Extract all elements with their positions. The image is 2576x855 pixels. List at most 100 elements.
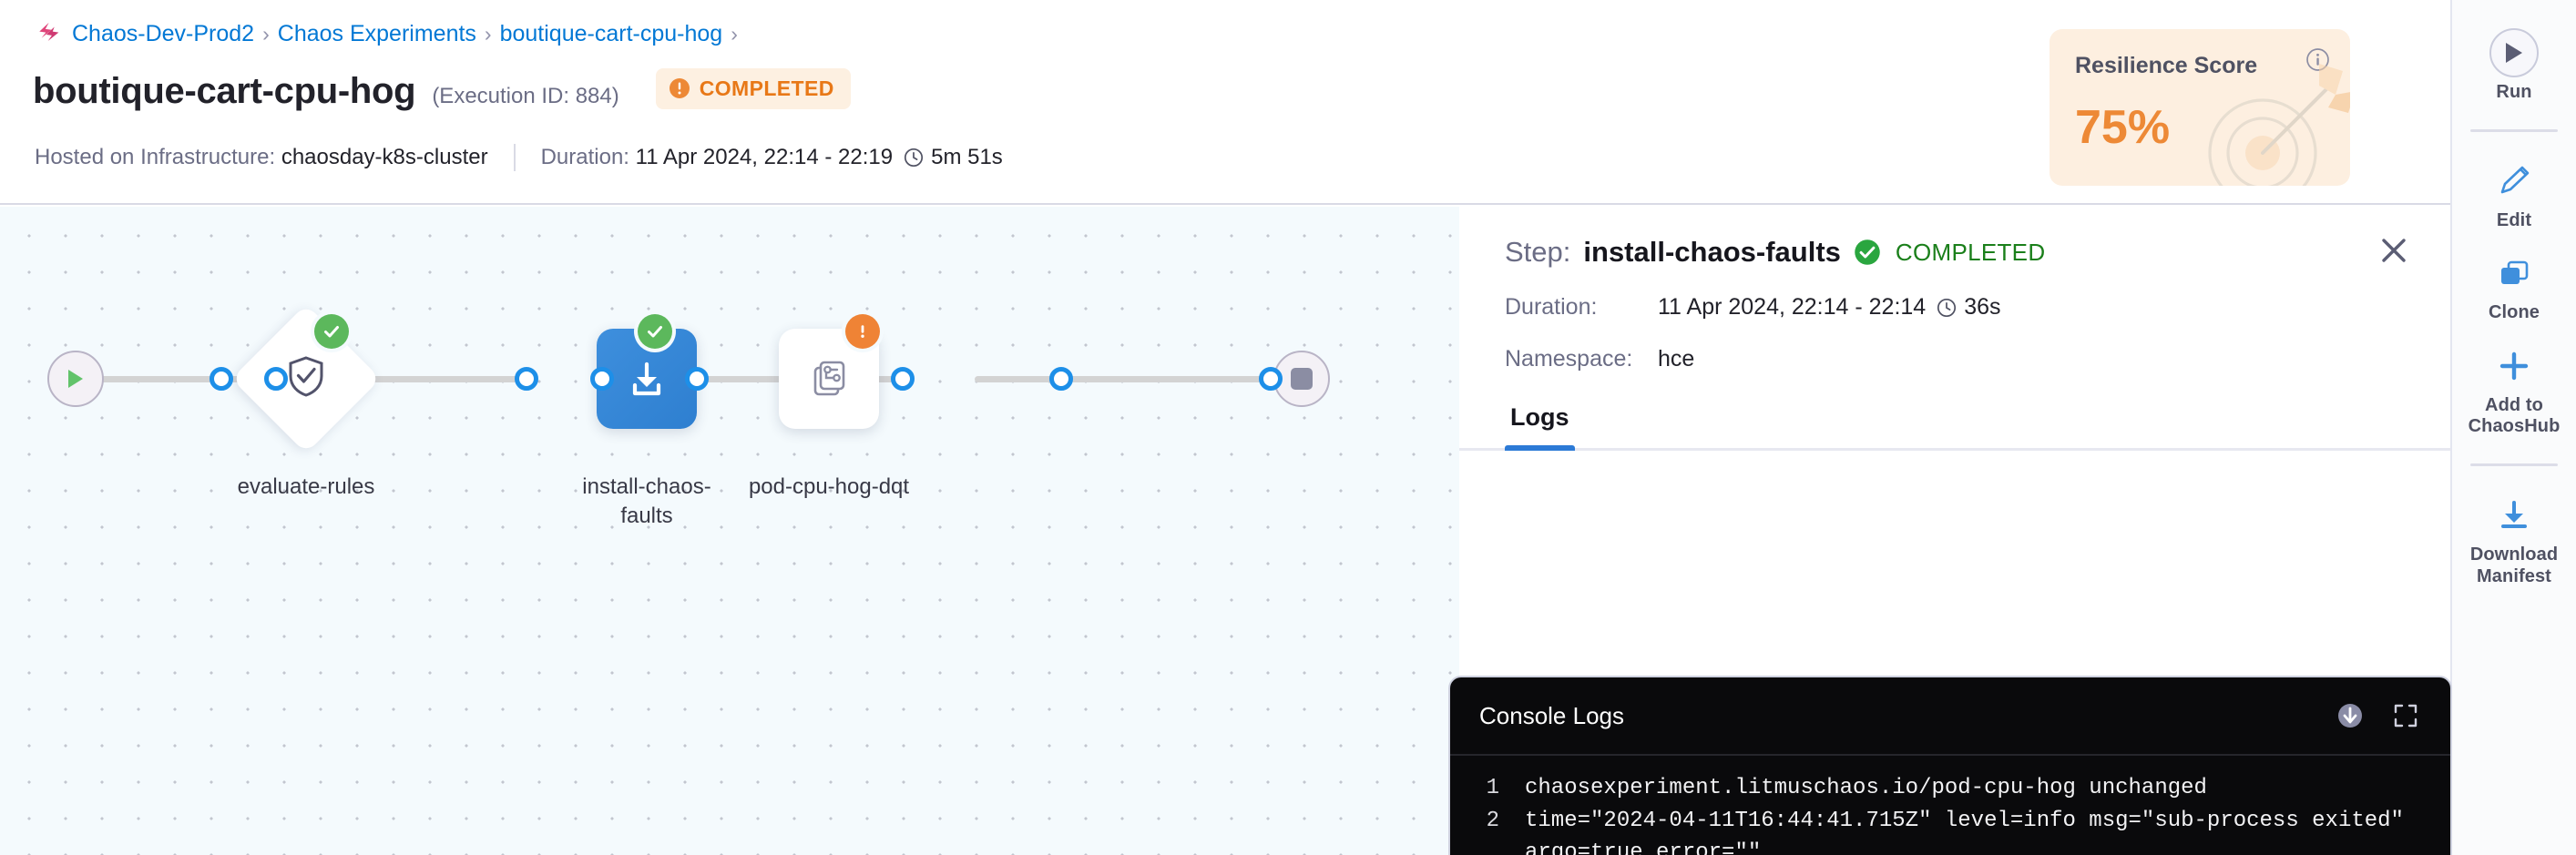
run-label: Run	[2496, 82, 2532, 102]
step-duration-value: 11 Apr 2024, 22:14 - 22:14	[1658, 294, 1927, 320]
console-logs-title: Console Logs	[1479, 701, 1624, 729]
step-detail-panel: Step: install-chaos-faults COMPLETED Dur…	[1448, 207, 2452, 855]
add-to-chaoshub-label-line2: ChaosHub	[2468, 416, 2561, 437]
close-panel-button[interactable]	[2376, 232, 2412, 269]
step-duration-value-wrap: 11 Apr 2024, 22:14 - 22:14 36s	[1658, 294, 2001, 321]
alert-icon	[861, 325, 864, 338]
resilience-score-card: Resilience Score 75%	[2050, 29, 2350, 186]
run-button[interactable]: Run	[2452, 16, 2576, 109]
expand-icon	[2394, 704, 2418, 728]
check-icon	[648, 326, 662, 338]
check-circle-icon	[1855, 239, 1880, 265]
duration-elapsed: 5m 51s	[931, 145, 1003, 169]
download-logs-button[interactable]	[2336, 701, 2365, 730]
log-line-number: 2	[1486, 808, 1499, 833]
edge-podhog-to-end	[975, 376, 1266, 382]
port-evaluate-out	[515, 367, 538, 391]
execution-meta: Hosted on Infrastructure: chaosday-k8s-c…	[35, 144, 1003, 171]
log-line-text: chaosexperiment.litmuschaos.io/pod-cpu-h…	[1525, 776, 2207, 800]
duration-label: Duration:	[540, 145, 629, 169]
meta-divider	[513, 144, 516, 171]
app-root: Chaos-Dev-Prod2 › Chaos Experiments › bo…	[0, 0, 2576, 855]
edit-icon-wrap	[2492, 158, 2536, 205]
fullscreen-logs-button[interactable]	[2392, 702, 2419, 729]
tab-logs[interactable]: Logs	[1505, 403, 1575, 451]
console-logs-toolbar: Console Logs	[1450, 677, 2450, 756]
node-label-line2: faults	[620, 503, 673, 528]
action-rail: Run Edit Clone Add to ChaosHub Download …	[2450, 0, 2576, 855]
port-podhog-in	[891, 367, 915, 391]
download-icon	[2501, 500, 2527, 528]
infrastructure-value: chaosday-k8s-cluster	[281, 145, 488, 169]
download-manifest-label-line2: Manifest	[2477, 565, 2551, 586]
log-line-number: 1	[1486, 776, 1499, 800]
shield-check-icon-wrap	[282, 352, 330, 400]
edit-button[interactable]: Edit	[2452, 145, 2576, 238]
panel-tabs: Logs	[1459, 403, 2450, 451]
port-install-out	[685, 367, 709, 391]
step-namespace-value: hce	[1658, 346, 1695, 372]
clock-icon	[905, 148, 924, 168]
run-icon-wrap	[2489, 28, 2539, 77]
step-namespace-label: Namespace:	[1505, 346, 1633, 372]
log-line: 2 time="2024-04-11T16:44:41.715Z" level=…	[1474, 805, 2419, 855]
close-icon	[2382, 239, 2406, 262]
copy-icon	[2501, 260, 2529, 285]
node-status-badge-completed	[314, 314, 349, 349]
edit-label: Edit	[2496, 209, 2532, 230]
execution-id: (Execution ID: 884)	[432, 84, 619, 108]
breadcrumb-item-2[interactable]: boutique-cart-cpu-hog	[500, 21, 723, 47]
step-duration-label: Duration:	[1505, 294, 1598, 320]
status-badge-label: COMPLETED	[699, 76, 834, 100]
play-icon	[68, 370, 83, 388]
play-icon	[2506, 43, 2522, 63]
title-row: boutique-cart-cpu-hog (Execution ID: 884…	[33, 67, 851, 113]
download-icon-wrap	[2493, 492, 2535, 539]
download-manifest-button[interactable]: Download Manifest	[2452, 479, 2576, 593]
add-to-chaoshub-label-line1: Add to	[2485, 394, 2543, 415]
add-to-chaoshub-button[interactable]: Add to ChaosHub	[2452, 330, 2576, 443]
step-duration-elapsed: 36s	[1964, 294, 2001, 320]
rail-divider-2	[2470, 463, 2558, 466]
resilience-score-value: 75%	[2075, 101, 2171, 154]
node-label-line1: install-chaos-	[582, 474, 711, 499]
console-logs-body[interactable]: 1 chaosexperiment.litmuschaos.io/pod-cpu…	[1450, 756, 2450, 855]
step-status: COMPLETED	[1895, 238, 2046, 266]
pencil-icon	[2500, 166, 2530, 193]
harness-chaos-logo-icon	[39, 22, 59, 41]
log-line: 1 chaosexperiment.litmuschaos.io/pod-cpu…	[1474, 772, 2419, 805]
add-icon-wrap	[2494, 342, 2534, 390]
download-box-icon	[632, 361, 661, 396]
download-manifest-label: Download Manifest	[2470, 545, 2558, 587]
step-detail-header: Step: install-chaos-faults COMPLETED Dur…	[1459, 207, 2450, 372]
port-podhog-out	[1049, 367, 1073, 391]
breadcrumb-separator: ›	[731, 21, 738, 46]
check-icon	[324, 326, 339, 338]
download-circle-icon	[2338, 704, 2362, 728]
plus-icon	[2499, 351, 2529, 380]
breadcrumb-separator: ›	[262, 21, 270, 46]
breadcrumb-item-1[interactable]: Chaos Experiments	[278, 21, 476, 47]
step-duration-row: Duration: 11 Apr 2024, 22:14 - 22:14 36s	[1505, 294, 2410, 321]
status-badge: COMPLETED	[655, 67, 851, 109]
log-line-text: time="2024-04-11T16:44:41.715Z" level=in…	[1525, 808, 2418, 855]
breadcrumb-separator: ›	[484, 21, 492, 46]
node-label-pod-cpu-hog-dqt: pod-cpu-hog-dqt	[748, 474, 910, 499]
target-illustration	[2208, 64, 2350, 186]
step-label: Step:	[1505, 236, 1571, 268]
step-namespace-row: Namespace: hce	[1505, 346, 2410, 372]
pipeline-canvas[interactable]: evaluate-rules install-chaos- faults pod…	[0, 207, 1459, 855]
rail-divider-1	[2470, 128, 2558, 132]
node-label-evaluate-rules: evaluate-rules	[237, 474, 375, 499]
add-to-chaoshub-label: Add to ChaosHub	[2469, 395, 2561, 438]
download-manifest-label-line1: Download	[2469, 544, 2559, 565]
infrastructure-label: Hosted on Infrastructure:	[35, 145, 276, 169]
stop-icon	[1291, 368, 1313, 390]
node-start[interactable]	[47, 351, 104, 407]
clone-icon-wrap	[2493, 249, 2535, 297]
breadcrumb-item-0[interactable]: Chaos-Dev-Prod2	[72, 21, 254, 47]
console-logs-panel: Console Logs 1 chaosexperiment.litmuscha…	[1448, 676, 2452, 855]
shield-check-icon	[289, 356, 323, 397]
node-status-badge-completed	[638, 314, 672, 349]
clone-button[interactable]: Clone	[2452, 237, 2576, 330]
